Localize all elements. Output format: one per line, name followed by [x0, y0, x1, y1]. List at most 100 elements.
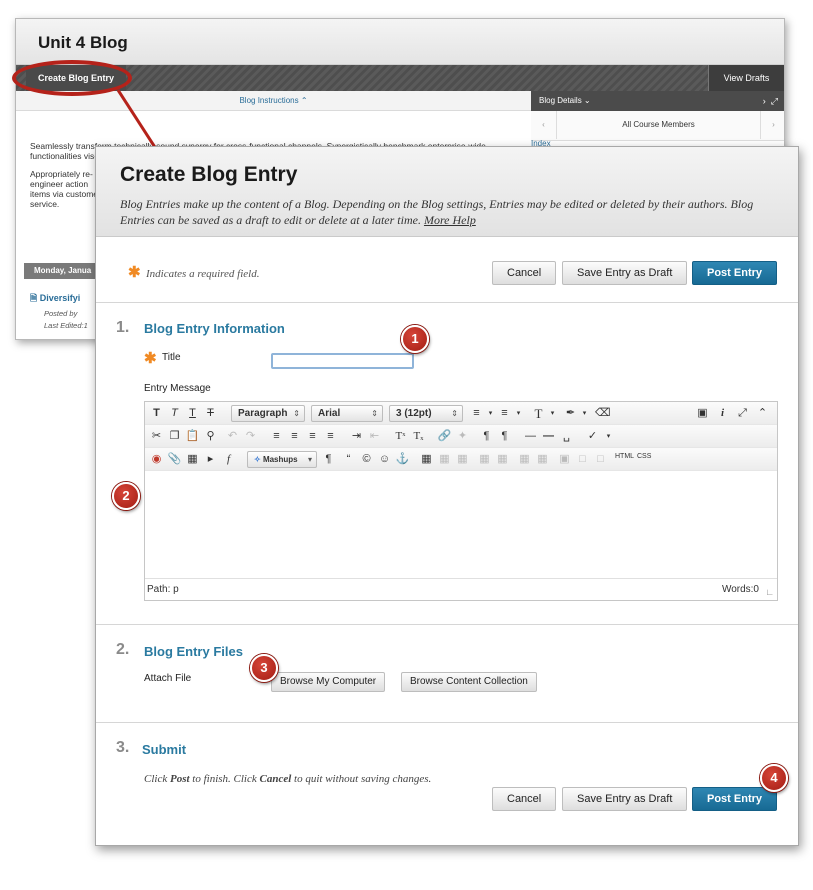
- media-icon[interactable]: ▸: [203, 452, 218, 467]
- insert-row-icon[interactable]: ▦: [477, 452, 492, 467]
- html-button[interactable]: HTML: [615, 453, 634, 460]
- preview-icon[interactable]: ▣: [695, 406, 710, 421]
- nonbreaking-space-icon[interactable]: ␣: [559, 429, 574, 444]
- paste-icon[interactable]: 📋: [185, 429, 200, 444]
- copyright-icon[interactable]: ©: [359, 452, 374, 467]
- save-draft-button[interactable]: Save Entry as Draft: [562, 787, 688, 811]
- link-icon[interactable]: 🔗: [437, 429, 452, 444]
- chevron-down-icon[interactable]: ▾: [545, 406, 560, 421]
- underline-icon[interactable]: T: [185, 406, 200, 421]
- chevron-down-icon[interactable]: ▾: [577, 406, 592, 421]
- post-entry-button[interactable]: Post Entry: [692, 787, 778, 811]
- rtl-icon[interactable]: ¶: [497, 429, 512, 444]
- numbered-list-icon[interactable]: ≡: [497, 406, 512, 421]
- editor-toolbar-row-3: ◉ 📎 ▦ ▸ f ✧ Mashups ▾ ¶ “ © ☺ ⚓ ▦ ▦ ▦ ▦ ▦: [145, 448, 777, 471]
- collapse-toolbar-icon[interactable]: ⌃: [755, 406, 770, 421]
- members-selector[interactable]: ‹ All Course Members ›: [531, 111, 784, 141]
- insert-col-icon[interactable]: ▦: [517, 452, 532, 467]
- attachment-icon[interactable]: 📎: [167, 452, 182, 467]
- prev-arrow-icon[interactable]: ‹: [531, 111, 557, 139]
- table-icon[interactable]: ▦: [419, 452, 434, 467]
- blog-details-toggle[interactable]: Blog Details ⌄ › ⤢: [531, 91, 784, 111]
- chevron-down-icon[interactable]: ▾: [601, 429, 616, 444]
- horizontal-rule-icon[interactable]: —: [523, 429, 538, 444]
- format-select[interactable]: Paragraph ⇕: [231, 405, 305, 422]
- italic-icon[interactable]: T: [167, 406, 182, 421]
- resize-grip-icon[interactable]: ∟: [765, 587, 774, 597]
- align-right-icon[interactable]: ≡: [305, 429, 320, 444]
- unlink-icon[interactable]: ✦: [455, 429, 470, 444]
- size-select-value: 3 (12pt): [396, 408, 432, 419]
- merge-cell-icon[interactable]: □: [575, 452, 590, 467]
- expand-icon[interactable]: › ⤢: [763, 91, 778, 111]
- indent-icon[interactable]: ⇥: [349, 429, 364, 444]
- title-input[interactable]: [271, 353, 414, 369]
- blockquote-icon[interactable]: “: [341, 452, 356, 467]
- image-icon[interactable]: ▦: [185, 452, 200, 467]
- editor-path: Path: p: [147, 584, 179, 595]
- anchor-icon[interactable]: ⚓: [395, 452, 410, 467]
- font-select[interactable]: Arial ⇕: [311, 405, 383, 422]
- cancel-button[interactable]: Cancel: [492, 261, 557, 285]
- record-icon[interactable]: ◉: [149, 452, 164, 467]
- editor-toolbar-row-2: ✂ ❐ 📋 ⚲ ↶ ↷ ≡ ≡ ≡ ≡ ⇥ ⇤ Tˣ Tₓ 🔗 ✦ ¶ ¶ — …: [145, 425, 777, 448]
- thick-rule-icon[interactable]: —: [541, 429, 556, 444]
- paragraph-icon[interactable]: ¶: [321, 452, 336, 467]
- cut-icon[interactable]: ✂: [149, 429, 164, 444]
- blog-entry-information-section: 1. Blog Entry Information ✱ Title Entry …: [96, 303, 798, 625]
- table-row-icon[interactable]: ▦: [437, 452, 452, 467]
- info-icon[interactable]: i: [715, 406, 730, 421]
- undo-icon[interactable]: ↶: [225, 429, 240, 444]
- chevron-down-icon[interactable]: ▾: [511, 406, 526, 421]
- split-cell-icon[interactable]: ▣: [557, 452, 572, 467]
- fullscreen-icon[interactable]: ⤢: [735, 406, 750, 421]
- blog-post-link[interactable]: 🗎 Diversifyi: [30, 291, 80, 307]
- browse-content-collection-button[interactable]: Browse Content Collection: [401, 672, 537, 692]
- math-icon[interactable]: f: [221, 452, 236, 467]
- text-style-icon[interactable]: T: [531, 406, 546, 421]
- submit-note-post: Post: [169, 773, 190, 785]
- spellcheck-icon[interactable]: ✓: [585, 429, 600, 444]
- outdent-icon[interactable]: ⇤: [367, 429, 382, 444]
- strikethrough-icon[interactable]: T: [203, 406, 218, 421]
- delete-col-icon[interactable]: ▦: [535, 452, 550, 467]
- chevron-up-icon: ⌃: [300, 96, 308, 105]
- eraser-icon[interactable]: ⌫: [595, 406, 611, 421]
- create-blog-entry-dialog: Create Blog Entry Blog Entries make up t…: [95, 146, 799, 846]
- size-select[interactable]: 3 (12pt) ⇕: [389, 405, 463, 422]
- cell-props-icon[interactable]: □: [593, 452, 608, 467]
- attach-file-label: Attach File: [144, 673, 192, 684]
- submit-instructions: Click Post to finish. Click Cancel to qu…: [144, 773, 431, 785]
- justify-icon[interactable]: ≡: [323, 429, 338, 444]
- save-draft-button[interactable]: Save Entry as Draft: [562, 261, 688, 285]
- mashups-select[interactable]: ✧ Mashups ▾: [247, 451, 317, 468]
- delete-row-icon[interactable]: ▦: [495, 452, 510, 467]
- more-help-link[interactable]: More Help: [424, 213, 476, 227]
- ltr-icon[interactable]: ¶: [479, 429, 494, 444]
- align-left-icon[interactable]: ≡: [269, 429, 284, 444]
- next-arrow-icon[interactable]: ›: [760, 111, 784, 139]
- bullet-list-icon[interactable]: ≡: [469, 406, 484, 421]
- step-marker-2: 2: [112, 482, 140, 510]
- copy-icon[interactable]: ❐: [167, 429, 182, 444]
- emoticon-icon[interactable]: ☺: [377, 452, 392, 467]
- align-center-icon[interactable]: ≡: [287, 429, 302, 444]
- post-entry-button[interactable]: Post Entry: [692, 261, 778, 285]
- table-col-icon[interactable]: ▦: [455, 452, 470, 467]
- highlighter-icon[interactable]: ✒: [563, 406, 578, 421]
- view-drafts-button[interactable]: View Drafts: [708, 65, 784, 91]
- bold-icon[interactable]: T: [149, 406, 164, 421]
- step-marker-4: 4: [760, 764, 788, 792]
- subscript-icon[interactable]: Tₓ: [411, 429, 426, 444]
- dialog-description: Blog Entries make up the content of a Bl…: [120, 196, 780, 228]
- find-icon[interactable]: ⚲: [203, 429, 218, 444]
- redo-icon[interactable]: ↷: [243, 429, 258, 444]
- browse-my-computer-button[interactable]: Browse My Computer: [271, 672, 386, 692]
- editor-content-area[interactable]: [145, 471, 777, 579]
- css-button[interactable]: CSS: [637, 453, 651, 460]
- cancel-button[interactable]: Cancel: [492, 787, 557, 811]
- superscript-icon[interactable]: Tˣ: [393, 429, 408, 444]
- chevron-down-icon[interactable]: ▾: [483, 406, 498, 421]
- submit-section: 3. Submit Click Post to finish. Click Ca…: [96, 723, 798, 843]
- blog-page-title: Unit 4 Blog: [16, 19, 784, 65]
